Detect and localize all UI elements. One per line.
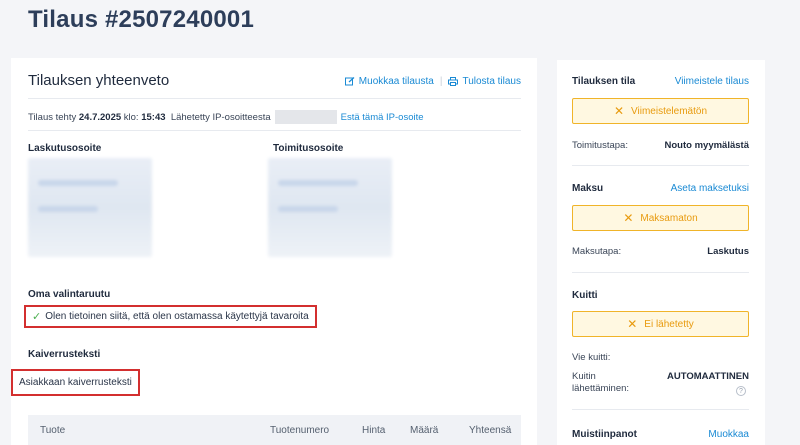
divider	[28, 130, 521, 131]
delivery-method-value: Nouto myymälästä	[664, 140, 749, 151]
order-status-title: Tilauksen tila	[572, 76, 636, 87]
page-title: Tilaus #2507240001	[28, 6, 255, 33]
payment-badge-label: Maksamaton	[640, 212, 698, 224]
edit-icon	[344, 77, 355, 86]
set-paid-link[interactable]: Aseta maksetuksi	[671, 183, 749, 194]
engraving-label: Kaiverrusteksti	[28, 349, 101, 360]
engraving-text: Asiakkaan kaiverrusteksti	[19, 377, 132, 388]
print-order-link[interactable]: Tulosta tilaus	[448, 76, 521, 87]
payment-method-label: Maksutapa:	[572, 246, 622, 257]
divider	[28, 98, 521, 99]
column-header-price: Hinta	[362, 425, 386, 436]
edit-order-link[interactable]: Muokkaa tilausta	[344, 76, 434, 87]
divider	[572, 272, 749, 273]
close-icon: ✕	[623, 211, 634, 225]
edit-order-label: Muokkaa tilausta	[358, 76, 434, 87]
billing-address-label: Laskutusosoite	[28, 143, 102, 154]
column-header-total: Yhteensä	[469, 425, 512, 436]
custom-checkbox-value: ✓ Olen tietoinen siitä, että olen ostama…	[24, 305, 317, 328]
print-order-label: Tulosta tilaus	[462, 76, 521, 87]
notes-title: Muistiinpanot	[572, 429, 637, 440]
sent-from-label: Lähetetty IP-osoitteesta	[170, 111, 271, 123]
action-separator: |	[439, 76, 443, 87]
column-header-product: Tuote	[40, 425, 66, 436]
edit-notes-link[interactable]: Muokkaa	[708, 429, 749, 440]
shipping-address-redacted	[268, 158, 392, 257]
column-header-quantity: Määrä	[410, 425, 439, 436]
divider	[572, 165, 749, 166]
ip-address-redacted	[274, 110, 337, 124]
close-icon: ✕	[613, 104, 625, 118]
receipt-badge[interactable]: ✕ Ei lähetetty	[572, 311, 749, 337]
block-ip-link[interactable]: Estä tämä IP-osoite	[341, 112, 424, 123]
order-time: 15:43	[141, 111, 166, 123]
close-icon: ✕	[627, 317, 638, 331]
order-time-prefix: klo:	[123, 111, 139, 123]
products-table-header: Tuote Tuotenumero Hinta Määrä Yhteensä	[28, 415, 521, 445]
column-header-sku: Tuotenumero	[270, 425, 330, 436]
order-date: 24.7.2025	[78, 111, 122, 123]
checkmark-icon: ✓	[32, 311, 42, 323]
receipt-sending-label: Kuitin lähettäminen:	[572, 371, 630, 394]
delivery-method-label: Toimitustapa:	[572, 140, 628, 151]
receipt-title: Kuitti	[572, 290, 598, 301]
receipt-badge-label: Ei lähetetty	[644, 318, 694, 330]
info-icon[interactable]: ?	[736, 386, 746, 396]
shipping-address-label: Toimitusosoite	[273, 143, 344, 154]
engraving-value: Asiakkaan kaiverrusteksti	[11, 369, 140, 396]
summary-actions: Muokkaa tilausta | Tulosta tilaus	[344, 76, 521, 87]
payment-title: Maksu	[572, 183, 604, 194]
order-sidebar: Tilauksen tila Viimeistele tilaus ✕ Viim…	[557, 60, 765, 445]
status-badge-label: Viimeistelemätön	[631, 105, 708, 117]
divider	[572, 409, 749, 410]
summary-title: Tilauksen yhteenveto	[28, 72, 170, 89]
billing-address-redacted	[28, 158, 152, 257]
order-made-prefix: Tilaus tehty	[28, 111, 77, 123]
status-badge[interactable]: ✕ Viimeistelemätön	[572, 98, 749, 124]
payment-method-value: Laskutus	[707, 246, 749, 257]
custom-checkbox-label: Oma valintaruutu	[28, 289, 111, 300]
order-summary-card: Tilauksen yhteenveto Muokkaa tilausta | …	[11, 58, 537, 445]
finalize-order-link[interactable]: Viimeistele tilaus	[675, 76, 749, 87]
custom-checkbox-text: Olen tietoinen siitä, että olen ostamass…	[45, 311, 309, 322]
payment-badge[interactable]: ✕ Maksamaton	[572, 205, 749, 231]
export-receipt-label: Vie kuitti:	[572, 352, 611, 363]
order-meta: Tilaus tehty 24.7.2025 klo: 15:43 Lähete…	[28, 110, 424, 124]
printer-icon	[448, 77, 459, 86]
receipt-sending-value: AUTOMAATTINEN	[667, 371, 749, 382]
